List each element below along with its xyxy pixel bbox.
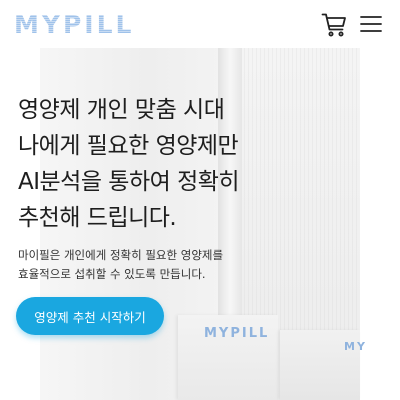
logo-text: MYPILL (14, 9, 135, 39)
headline-line: 영양제 개인 맞춤 시대 (18, 97, 225, 123)
headline-line: 추천해 드립니다. (18, 205, 177, 231)
site-header: MYPILL (0, 0, 400, 48)
product-box-logo: MYPILL (204, 326, 270, 341)
cart-icon[interactable] (321, 12, 347, 38)
start-recommendation-button[interactable]: 영양제 추천 시작하기 (16, 297, 164, 335)
hero-description: 마이필은 개인에게 정확히 필요한 영양제를 효율적으로 섭취할 수 있도록 만… (18, 246, 358, 284)
headline-line: AI분석을 통하여 정확히 (18, 169, 240, 195)
description-line: 마이필은 개인에게 정확히 필요한 영양제를 (18, 248, 224, 262)
hero-section: 영양제 개인 맞춤 시대 나에게 필요한 영양제만 AI분석을 통하여 정확히 … (18, 92, 358, 284)
headline-line: 나에게 필요한 영양제만 (18, 133, 239, 159)
hero-headline: 영양제 개인 맞춤 시대 나에게 필요한 영양제만 AI분석을 통하여 정확히 … (18, 92, 358, 236)
site-logo[interactable]: MYPILL (14, 8, 134, 40)
landing-page: MYPILL MY MYPILL 영양제 개인 맞춤 시대 나에게 필요한 영양… (0, 0, 400, 400)
product-box-logo-right: MY (344, 340, 367, 353)
description-line: 효율적으로 섭취할 수 있도록 만듭니다. (18, 267, 206, 281)
hamburger-menu-icon[interactable] (360, 15, 382, 33)
